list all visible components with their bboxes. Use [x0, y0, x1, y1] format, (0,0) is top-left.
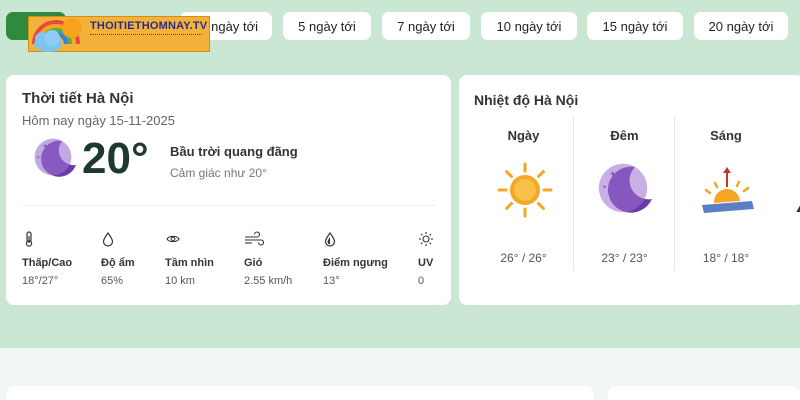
- sun-outline-icon: [419, 232, 433, 246]
- moon-icon: ✦ ✦: [598, 163, 652, 213]
- svg-text:✦: ✦: [609, 170, 617, 180]
- stat-label: Độ ẩm: [101, 257, 135, 269]
- tab-label: 10 ngày tới: [496, 18, 562, 34]
- sun-icon: [497, 162, 553, 218]
- rainbow-cloud-sun-icon: [32, 18, 82, 52]
- column-label: Sáng: [710, 128, 742, 143]
- tab-label: 5 ngày tới: [298, 18, 356, 34]
- stat-label: UV: [418, 257, 434, 269]
- moon-icon: ✦ ✦: [34, 138, 76, 177]
- temperature-card: Nhiệt độ Hà Nội Ngày 26° / 26° Đêm ✦ ✦ 2…: [459, 75, 800, 305]
- tab-label: 20 ngày tới: [708, 18, 774, 34]
- tab-5-days[interactable]: 5 ngày tới: [283, 12, 371, 40]
- tab-label: 7 ngày tới: [397, 18, 455, 34]
- tab-7-days[interactable]: 7 ngày tới: [382, 12, 470, 40]
- temp-column-night: Đêm ✦ ✦ 23° / 23°: [575, 117, 675, 271]
- stat-value: 65%: [101, 275, 124, 287]
- logo-text: THOITIETHOMNAY.TV: [90, 20, 208, 32]
- stat-value: 0: [418, 275, 425, 287]
- stat-label: Tầm nhìn: [165, 257, 214, 269]
- tab-15-days[interactable]: 15 ngày tới: [587, 12, 683, 40]
- sunrise-icon: [702, 167, 754, 213]
- tab-10-days[interactable]: 10 ngày tới: [481, 12, 577, 40]
- weather-description: Bầu trời quang đãng: [170, 144, 298, 159]
- stat-label: Điểm ngưng: [323, 257, 388, 269]
- stat-value: 2.55 km/h: [244, 275, 293, 287]
- feels-like: Cảm giác như 20°: [170, 166, 267, 180]
- temp-column-day: Ngày 26° / 26°: [474, 117, 574, 271]
- column-temperature: 23° / 23°: [601, 251, 648, 265]
- current-date: Hôm nay ngày 15-11-2025: [22, 113, 175, 128]
- column-label: Ngày: [507, 128, 540, 143]
- stat-dew-point: Điểm ngưng 13°: [323, 231, 388, 287]
- wind-icon: [245, 231, 264, 246]
- current-weather-card: Thời tiết Hà Nội Hôm nay ngày 15-11-2025…: [6, 75, 451, 305]
- temp-column-morning: Sáng 18° / 18°: [676, 117, 776, 271]
- tab-label: 15 ngày tới: [602, 18, 668, 34]
- eye-icon: [166, 235, 180, 243]
- column-temperature: 26° / 26°: [500, 251, 547, 265]
- stat-wind: Gió 2.55 km/h: [244, 231, 292, 287]
- stat-value: 10 km: [165, 275, 195, 287]
- stat-low-high: Thấp/Cao 18°/27°: [22, 231, 72, 287]
- dew-point-icon: [324, 231, 336, 247]
- sidebar-card: [608, 386, 800, 400]
- partial-weather-icon: [796, 205, 800, 212]
- current-temperature: 20°: [82, 134, 149, 183]
- stat-label: Gió: [244, 257, 263, 269]
- logo-tagline-line: [90, 34, 202, 37]
- column-label: Đêm: [610, 128, 639, 143]
- content-card: [6, 386, 594, 400]
- tab-20-days[interactable]: 20 ngày tới: [694, 12, 788, 40]
- temperature-card-title: Nhiệt độ Hà Nội: [474, 92, 579, 108]
- stat-label: Thấp/Cao: [22, 257, 73, 269]
- droplet-icon: [102, 231, 114, 247]
- current-weather-title: Thời tiết Hà Nội: [22, 90, 134, 107]
- stat-value: 18°/27°: [22, 275, 59, 287]
- stat-value: 13°: [323, 275, 340, 287]
- stat-uv: UV 0: [418, 231, 434, 287]
- divider: [22, 205, 436, 206]
- stat-humidity: Độ ẩm 65%: [101, 231, 135, 287]
- svg-text:✦: ✦: [602, 184, 607, 191]
- site-logo[interactable]: THOITIETHOMNAY.TV: [28, 6, 210, 52]
- svg-text:✦: ✦: [36, 155, 40, 161]
- column-temperature: 18° / 18°: [702, 251, 750, 265]
- thermometer-icon: [25, 231, 33, 247]
- forecast-tab-bar: ngày tới 5 ngày tới 7 ngày tới 10 ngày t…: [0, 0, 800, 52]
- svg-text:✦: ✦: [42, 142, 49, 151]
- stat-visibility: Tầm nhìn 10 km: [165, 231, 214, 287]
- tab-label: ngày tới: [211, 18, 258, 34]
